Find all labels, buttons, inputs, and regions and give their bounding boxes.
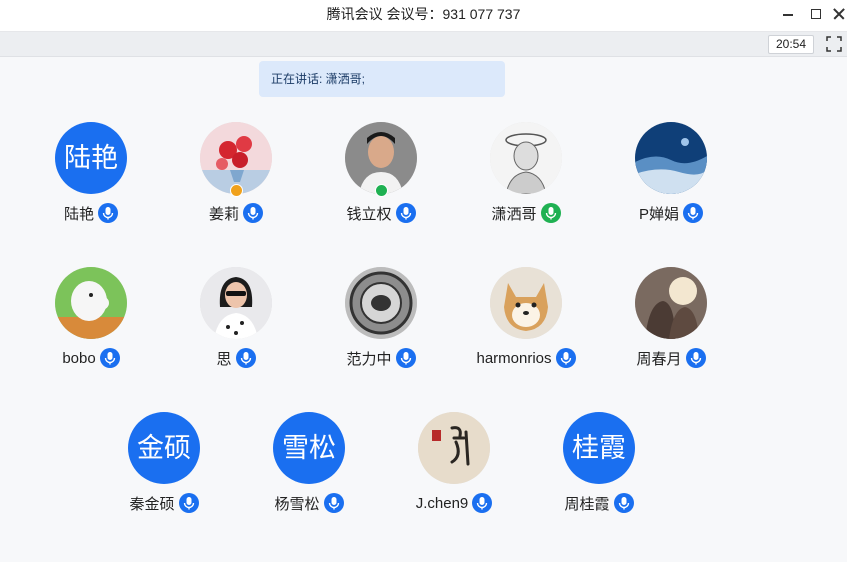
microphone-active-icon[interactable] — [540, 203, 561, 223]
microphone-icon[interactable] — [685, 348, 706, 368]
microphone-icon[interactable] — [243, 203, 263, 223]
participant-tile[interactable]: 桂霞 周桂霞 — [529, 412, 669, 522]
participant-name-row: 杨雪松 — [239, 492, 379, 514]
microphone-icon[interactable] — [683, 203, 703, 223]
participant-name-row: 周春月 — [601, 347, 741, 369]
participant-name-row: P婵娟 — [601, 202, 741, 224]
participant-name: 秦金硕 — [129, 495, 175, 513]
participant-name: 思 — [216, 350, 232, 368]
participant-name-row: 姜莉 — [166, 202, 306, 224]
participant-tile[interactable]: 雪松 杨雪松 — [239, 412, 379, 522]
microphone-icon[interactable] — [472, 493, 493, 513]
coin-photo — [345, 267, 417, 339]
shiba-dog-avatar — [490, 267, 562, 339]
avatar: 金硕 — [128, 412, 200, 484]
title-bar: 腾讯会议 会议号：931 077 737 — [0, 0, 847, 32]
participant-name-row: 秦金硕 — [94, 492, 234, 514]
avatar: 雪松 — [273, 412, 345, 484]
participant-name: harmonrios — [476, 349, 552, 367]
moomin-photo — [55, 267, 127, 339]
microphone-icon[interactable] — [323, 493, 344, 513]
participant-tile[interactable]: 周春月 — [601, 267, 741, 377]
sketch-portrait-photo — [490, 122, 562, 194]
microphone-icon[interactable] — [395, 348, 416, 368]
cohost-badge — [375, 184, 388, 197]
calligraphy-avatar — [418, 412, 490, 484]
microphone-icon[interactable] — [395, 203, 416, 223]
participant-tile[interactable]: 思 — [166, 267, 306, 377]
minimize-icon[interactable] — [778, 4, 798, 24]
calligraphy-photo — [418, 412, 490, 484]
participant-tile[interactable]: harmonrios — [456, 267, 596, 377]
participant-name-row: 范力中 — [311, 347, 451, 369]
participant-name: 周桂霞 — [564, 495, 610, 513]
microphone-icon[interactable] — [178, 493, 199, 513]
participant-name: 姜莉 — [208, 205, 239, 223]
moomin-avatar — [55, 267, 127, 339]
participant-name-row: 钱立权 — [311, 202, 451, 224]
woman-sunglasses-avatar — [200, 267, 272, 339]
participant-name-row: bobo — [21, 347, 161, 369]
meeting-toolbar: 20:54 — [0, 32, 847, 57]
participant-name-row: 潇洒哥 — [456, 202, 596, 224]
participant-name: P婵娟 — [638, 205, 679, 223]
participant-name: J.chen9 — [415, 494, 469, 512]
shiba-dog-photo — [490, 267, 562, 339]
avatar: 陆艳 — [55, 122, 127, 194]
participant-tile[interactable]: 钱立权 — [311, 122, 451, 232]
close-icon[interactable] — [830, 4, 847, 24]
participant-name: 陆艳 — [63, 205, 94, 223]
participant-tile[interactable]: 潇洒哥 — [456, 122, 596, 232]
sketch-portrait-avatar — [490, 122, 562, 194]
microphone-icon[interactable] — [99, 348, 120, 368]
woman-sunglasses-photo — [200, 267, 272, 339]
participant-name: 杨雪松 — [274, 495, 320, 513]
sunset-couple-avatar — [635, 267, 707, 339]
participant-name: 潇洒哥 — [491, 205, 537, 223]
participant-name-row: 周桂霞 — [529, 492, 669, 514]
participant-name-row: 思 — [166, 347, 306, 369]
participant-tile[interactable]: bobo — [21, 267, 161, 377]
participant-name: 钱立权 — [346, 205, 392, 223]
speaking-indicator: 正在讲话: 潇洒哥; — [259, 61, 505, 97]
participant-name: 范力中 — [346, 350, 392, 368]
fullscreen-icon[interactable] — [826, 36, 842, 52]
snowy-landscape-avatar — [635, 122, 707, 194]
coin-avatar — [345, 267, 417, 339]
participant-tile[interactable]: 姜莉 — [166, 122, 306, 232]
participant-tile[interactable]: 范力中 — [311, 267, 451, 377]
microphone-icon[interactable] — [613, 493, 634, 513]
microphone-icon[interactable] — [555, 348, 576, 368]
participant-name-row: harmonrios — [456, 347, 596, 369]
host-badge — [230, 184, 243, 197]
snowy-landscape-photo — [635, 122, 707, 194]
participant-tile[interactable]: 陆艳 陆艳 — [21, 122, 161, 232]
participant-name-row: J.chen9 — [384, 492, 524, 514]
window-title: 腾讯会议 会议号：931 077 737 — [326, 6, 521, 22]
participant-tile[interactable]: J.chen9 — [384, 412, 524, 522]
participant-name: bobo — [62, 349, 96, 367]
participant-tile[interactable]: P婵娟 — [601, 122, 741, 232]
microphone-icon[interactable] — [235, 348, 256, 368]
sunset-couple-photo — [635, 267, 707, 339]
participant-name: 周春月 — [636, 350, 682, 368]
maximize-icon[interactable] — [806, 4, 826, 24]
meeting-clock: 20:54 — [768, 35, 814, 54]
participant-name-row: 陆艳 — [21, 202, 161, 224]
microphone-icon[interactable] — [98, 203, 118, 223]
participant-tile[interactable]: 金硕 秦金硕 — [94, 412, 234, 522]
avatar: 桂霞 — [563, 412, 635, 484]
